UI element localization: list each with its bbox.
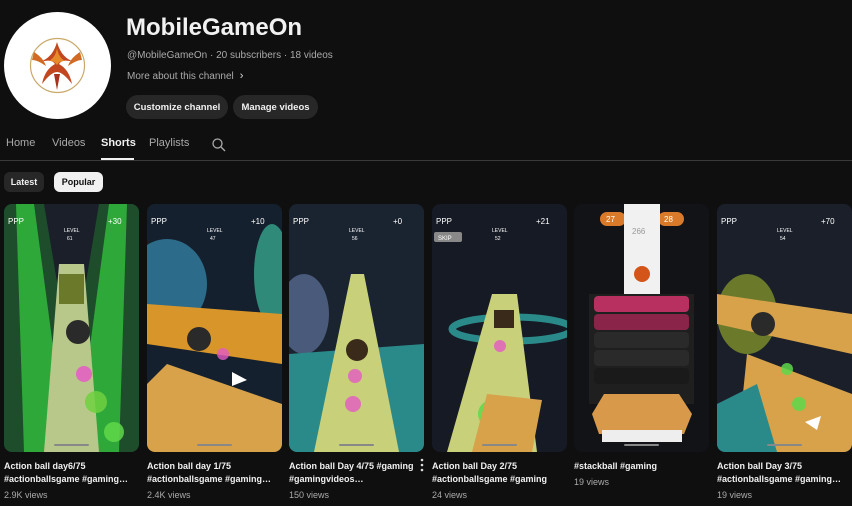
svg-text:PPP: PPP: [8, 217, 24, 226]
short-title-line-1[interactable]: Action ball day 1/75: [147, 460, 279, 473]
short-thumbnail[interactable]: PPP +70 LEVEL 54: [717, 204, 852, 452]
hud-level: LEVEL: [492, 228, 508, 234]
hud-level: LEVEL: [64, 228, 80, 234]
filter-chip-latest[interactable]: Latest: [4, 172, 44, 192]
hud-level-number: 54: [780, 236, 786, 242]
short-views: 150 views: [289, 490, 330, 500]
svg-text:PPP: PPP: [436, 217, 452, 226]
stack-score: 266: [632, 227, 646, 236]
more-about-channel-link[interactable]: More about this channel ›: [127, 70, 243, 82]
short-title[interactable]: Action ball Day 4/75 #gaming #gamingvideo…: [289, 460, 421, 486]
short-title-line-2[interactable]: #actionballsgame #gaming…: [147, 473, 279, 486]
short-title-line-2[interactable]: #actionballsgame #gaming…: [4, 473, 136, 486]
short-title-line-2[interactable]: #gamingvideos…: [289, 473, 421, 486]
short-title[interactable]: Action ball day 1/75 #actionballsgame #ga…: [147, 460, 279, 486]
short-thumbnail[interactable]: PPP +10 LEVEL 47: [147, 204, 282, 452]
channel-name: MobileGameOn: [126, 14, 303, 41]
hud-level-number: 56: [352, 236, 358, 242]
short-title-line-1[interactable]: Action ball Day 2/75: [432, 460, 564, 473]
channel-tabs: Home Videos Shorts Playlists: [0, 132, 852, 160]
short-title[interactable]: Action ball Day 3/75 #actionballsgame #ga…: [717, 460, 849, 486]
svg-text:PPP: PPP: [293, 217, 309, 226]
shorts-grid: PPP +30 LEVEL 61 Action ball day6/75 #act…: [0, 204, 852, 506]
stack-left-level: 27: [606, 215, 615, 224]
more-actions-icon[interactable]: [419, 458, 425, 472]
short-title-line-1[interactable]: Action ball day6/75: [4, 460, 136, 473]
hud-skip: SKIP: [438, 236, 452, 242]
hud-score: +21: [536, 217, 550, 226]
short-title-line-2[interactable]: #actionballsgame #gaming…: [717, 473, 849, 486]
search-icon[interactable]: [211, 137, 227, 153]
tab-home[interactable]: Home: [6, 137, 35, 149]
hud-level: LEVEL: [349, 228, 365, 234]
short-views: 19 views: [717, 490, 753, 500]
short-thumbnail[interactable]: 27 28 266: [574, 204, 709, 452]
hud-score: +0: [393, 217, 403, 226]
short-title-line-1[interactable]: Action ball Day 4/75 #gaming: [289, 460, 421, 473]
short-thumbnail[interactable]: PPP +30 LEVEL 61: [4, 204, 139, 452]
short-title[interactable]: Action ball Day 2/75 #actionballsgame #ga…: [432, 460, 564, 486]
hud-score: +70: [821, 217, 835, 226]
short-title-line-1[interactable]: Action ball Day 3/75: [717, 460, 849, 473]
short-title-line-1[interactable]: #stackball #gaming: [574, 460, 706, 473]
hud-level-number: 47: [210, 236, 216, 242]
channel-meta: @MobileGameOn · 20 subscribers · 18 vide…: [127, 50, 333, 61]
chevron-right-icon: ›: [239, 70, 244, 82]
more-about-label: More about this channel: [127, 71, 234, 82]
manage-videos-button[interactable]: Manage videos: [233, 95, 318, 119]
hud-level-number: 61: [67, 236, 73, 242]
tab-playlists[interactable]: Playlists: [149, 137, 189, 149]
short-views: 24 views: [432, 490, 468, 500]
hud-score: +10: [251, 217, 265, 226]
short-title[interactable]: #stackball #gaming: [574, 460, 706, 473]
hud-score: +30: [108, 217, 122, 226]
customize-channel-button[interactable]: Customize channel: [126, 95, 228, 119]
short-thumbnail[interactable]: PPP +0 LEVEL 56: [289, 204, 424, 452]
short-thumbnail[interactable]: PPP +21 LEVEL 52 SKIP: [432, 204, 567, 452]
channel-avatar[interactable]: [4, 12, 111, 119]
short-title-line-2[interactable]: #actionballsgame #gaming: [432, 473, 564, 486]
svg-text:PPP: PPP: [151, 217, 167, 226]
hud-level: LEVEL: [207, 228, 223, 234]
stack-right-level: 28: [664, 215, 673, 224]
filter-chip-popular[interactable]: Popular: [54, 172, 103, 192]
tabs-divider: [0, 160, 852, 161]
short-views: 2.9K views: [4, 490, 48, 500]
phoenix-logo-icon: [29, 37, 86, 94]
hud-level-number: 52: [495, 236, 501, 242]
hud-level: LEVEL: [777, 228, 793, 234]
short-title[interactable]: Action ball day6/75 #actionballsgame #gam…: [4, 460, 136, 486]
tab-videos[interactable]: Videos: [52, 137, 85, 149]
short-views: 19 views: [574, 477, 610, 487]
svg-text:PPP: PPP: [721, 217, 737, 226]
short-views: 2.4K views: [147, 490, 191, 500]
tab-shorts[interactable]: Shorts: [101, 137, 136, 149]
